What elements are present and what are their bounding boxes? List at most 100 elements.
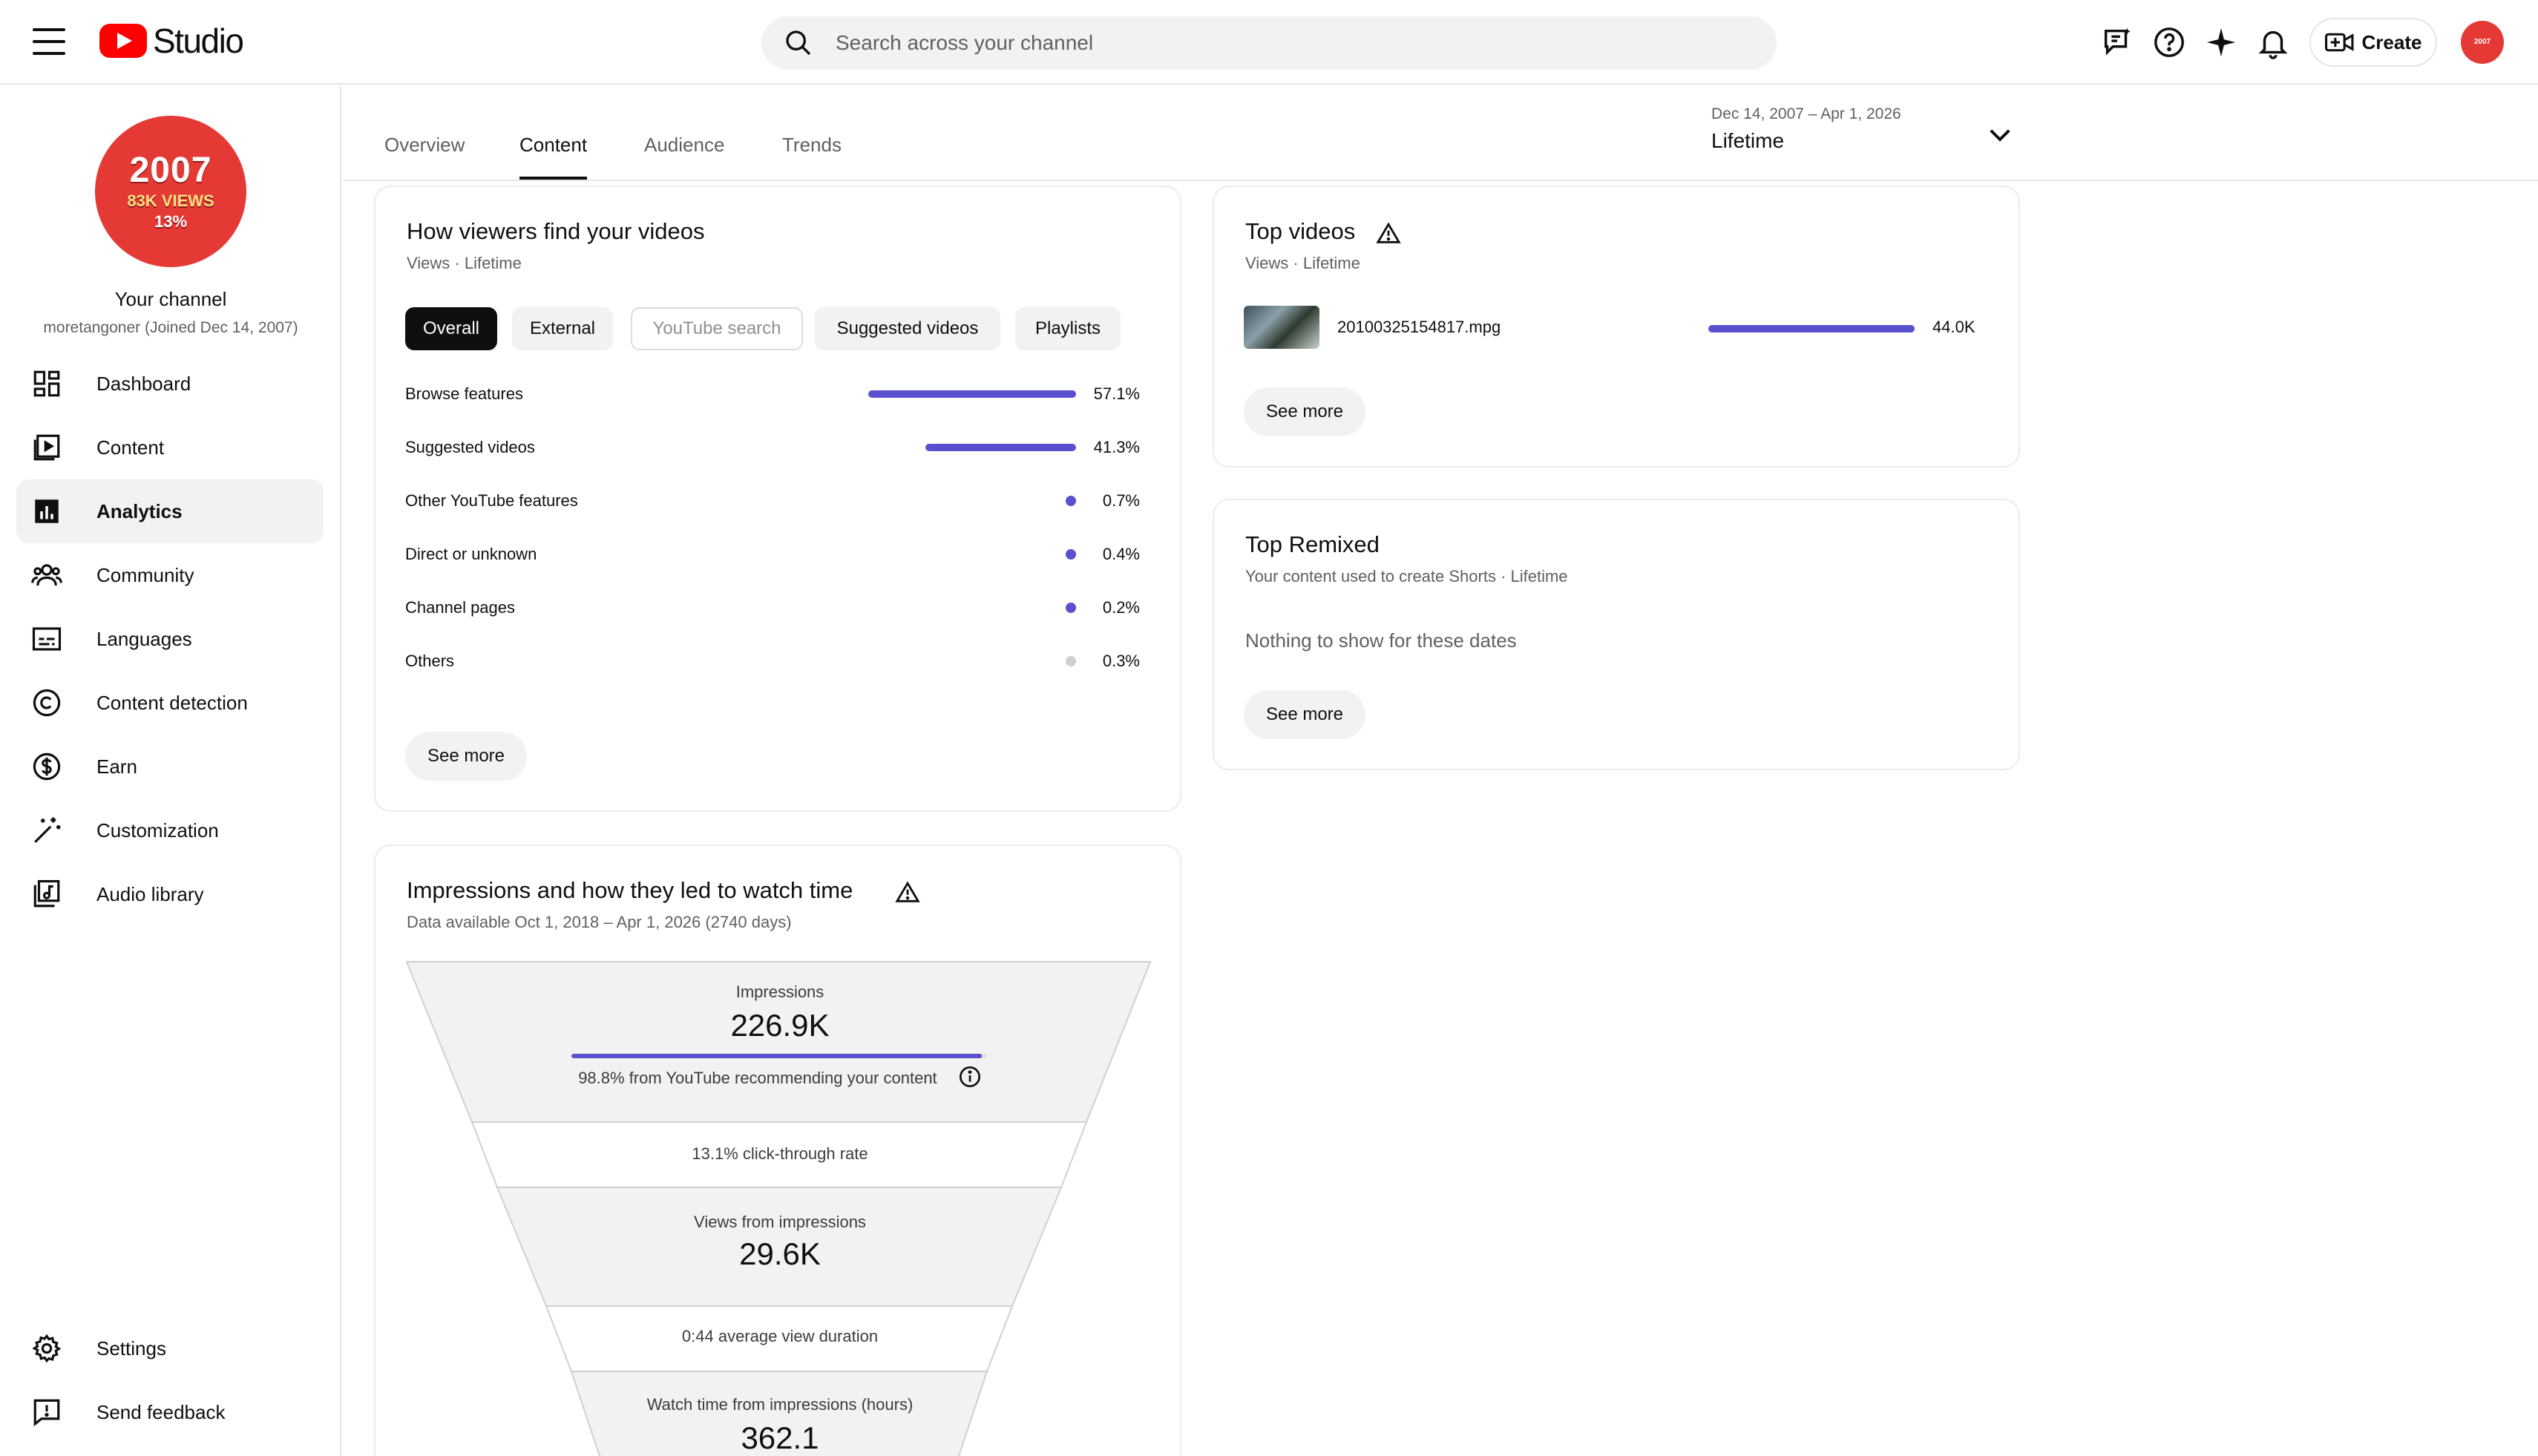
impressions-value: 226.9K <box>730 1008 830 1043</box>
traffic-source-dot <box>1066 549 1076 560</box>
video-add-icon <box>2324 33 2353 52</box>
traffic-source-percent: 0.2% <box>1102 598 1140 617</box>
bell-icon[interactable] <box>2256 25 2290 59</box>
recommending-text: 98.8% from YouTube recommending your con… <box>578 1069 937 1087</box>
traffic-source-percent: 0.7% <box>1102 491 1140 510</box>
sidebar-item-send-feedback[interactable]: Send feedback <box>16 1380 324 1444</box>
card-title: Top videos <box>1245 218 1356 244</box>
magic-wand-icon <box>34 817 61 843</box>
views-label: Views from impressions <box>694 1213 866 1231</box>
chip-youtube-search[interactable]: YouTube search <box>631 307 803 350</box>
date-period-label[interactable]: Lifetime <box>1711 129 1784 153</box>
sparkle-icon[interactable] <box>2204 25 2238 59</box>
dollar-icon <box>33 752 61 781</box>
watch-time-label: Watch time from impressions (hours) <box>646 1395 914 1414</box>
channel-handle: moretangoner (Joined Dec 14, 2007) <box>43 319 298 336</box>
recommending-bar <box>571 1054 983 1058</box>
tab-overview[interactable]: Overview <box>384 134 465 180</box>
sidebar-item-earn[interactable]: Earn <box>16 735 324 798</box>
search-bar[interactable] <box>761 16 1777 70</box>
copyright-icon <box>33 689 61 717</box>
top-videos-card: Top videos Views · Lifetime 201003251548… <box>1213 186 2020 468</box>
video-views: 44.0K <box>1932 318 1975 336</box>
impressions-label: Impressions <box>735 983 824 1001</box>
sidebar-item-label: Dashboard <box>96 372 191 395</box>
see-more-button[interactable]: See more <box>1244 690 1365 739</box>
sidebar-item-label: Community <box>96 563 194 586</box>
avatar-text: 2007 <box>2473 38 2491 46</box>
avd-text: 0:44 average view duration <box>681 1327 879 1345</box>
chevron-down-icon[interactable] <box>1984 119 2016 150</box>
traffic-source-dot <box>1066 656 1076 666</box>
sidebar-item-label: Analytics <box>96 499 183 522</box>
chip-external[interactable]: External <box>512 307 613 350</box>
video-views-bar <box>1708 325 1915 332</box>
recommending-row: 98.8% from YouTube recommending your con… <box>376 1066 1180 1089</box>
sidebar-item-customization[interactable]: Customization <box>16 798 324 862</box>
chip-suggested-videos[interactable]: Suggested videos <box>815 307 1000 350</box>
video-title[interactable]: 20100325154817.mpg <box>1337 318 1501 337</box>
card-title: Top Remixed <box>1245 531 1380 557</box>
analytics-icon <box>35 499 59 523</box>
see-more-button[interactable]: See more <box>405 732 527 781</box>
card-title: How viewers find your videos <box>407 218 705 244</box>
subtitles-icon <box>32 627 62 651</box>
sidebar-item-content-detection[interactable]: Content detection <box>16 671 324 735</box>
tab-audience[interactable]: Audience <box>644 134 724 180</box>
dashboard-icon <box>33 370 60 397</box>
sidebar-item-languages[interactable]: Languages <box>16 607 324 671</box>
card-subtitle: Views · Lifetime <box>407 254 522 272</box>
search-icon[interactable] <box>784 28 813 58</box>
audio-library-icon <box>33 879 60 908</box>
video-thumbnail[interactable] <box>1244 306 1319 349</box>
tab-trends[interactable]: Trends <box>782 134 842 180</box>
chip-playlists[interactable]: Playlists <box>1015 307 1121 350</box>
sidebar-item-label: Audio library <box>96 882 204 905</box>
date-range-text[interactable]: Dec 14, 2007 – Apr 1, 2026 <box>1711 105 1901 123</box>
menu-icon[interactable] <box>33 28 65 55</box>
sidebar-item-audio-library[interactable]: Audio library <box>16 862 324 926</box>
card-subtitle: Views · Lifetime <box>1245 254 1360 272</box>
avatar-views: 83K VIEWS <box>127 191 214 210</box>
sidebar: 2007 83K VIEWS 13% Your channel moretang… <box>0 86 341 1456</box>
sidebar-item-label: Content detection <box>96 691 248 714</box>
traffic-source-dot <box>1066 603 1076 613</box>
create-button[interactable]: Create <box>2309 18 2437 67</box>
sidebar-item-analytics[interactable]: Analytics <box>16 479 324 543</box>
channel-name: Your channel <box>114 288 227 310</box>
sidebar-item-settings[interactable]: Settings <box>16 1316 324 1380</box>
sidebar-item-content[interactable]: Content <box>16 416 324 479</box>
help-icon[interactable] <box>2152 25 2186 59</box>
community-icon <box>31 564 62 586</box>
traffic-sources-card: How viewers find your videos Views · Lif… <box>374 186 1181 812</box>
sidebar-item-dashboard[interactable]: Dashboard <box>16 352 324 416</box>
traffic-source-percent: 41.3% <box>1093 438 1140 456</box>
channel-avatar[interactable]: 2007 83K VIEWS 13% <box>95 116 246 267</box>
traffic-source-label: Other YouTube features <box>405 491 578 510</box>
top-header: Studio Create 2007 <box>0 0 2538 85</box>
card-subtitle: Your content used to create Shorts · Lif… <box>1245 567 1568 586</box>
info-icon[interactable] <box>958 1065 982 1089</box>
traffic-source-percent: 0.4% <box>1102 545 1140 563</box>
top-remixed-card: Top Remixed Your content used to create … <box>1213 499 2020 770</box>
youtube-play-icon <box>99 24 147 58</box>
studio-logo[interactable]: Studio <box>99 21 244 61</box>
tab-content[interactable]: Content <box>519 134 588 180</box>
avatar-year: 2007 <box>129 151 212 190</box>
see-more-button[interactable]: See more <box>1244 387 1365 436</box>
sidebar-item-community[interactable]: Community <box>16 543 324 607</box>
watch-time-value: 362.1 <box>741 1420 819 1455</box>
traffic-source-label: Channel pages <box>405 598 516 617</box>
chip-overall[interactable]: Overall <box>405 307 497 350</box>
traffic-source-label: Suggested videos <box>405 438 535 456</box>
analytics-tabs: Overview Content Audience Trends Dec 14,… <box>343 86 2538 181</box>
traffic-source-percent: 57.1% <box>1093 384 1140 403</box>
search-input[interactable] <box>836 16 1726 70</box>
feedback-chat-icon[interactable] <box>2100 25 2134 59</box>
sidebar-item-label: Customization <box>96 819 219 842</box>
sidebar-item-label: Send feedback <box>96 1400 226 1423</box>
warning-icon[interactable] <box>1376 221 1401 246</box>
create-label: Create <box>2361 30 2422 53</box>
account-avatar[interactable]: 2007 <box>2461 21 2504 64</box>
avatar-pct: 13% <box>154 212 188 231</box>
